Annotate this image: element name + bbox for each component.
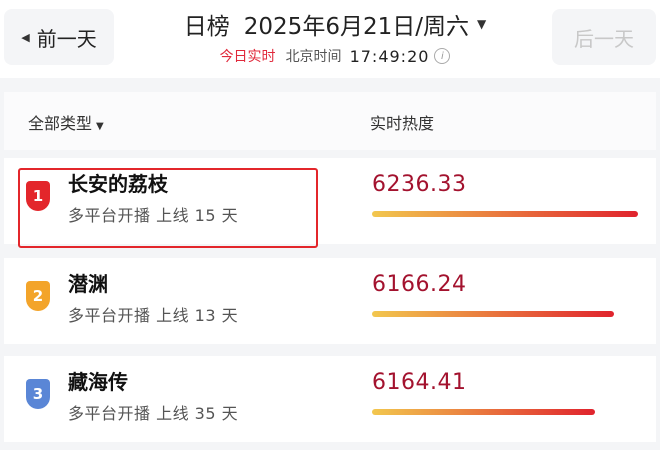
show-title: 潜渊 bbox=[68, 272, 108, 296]
rank-badge-icon: 2 bbox=[26, 281, 50, 311]
realtime-label: 今日实时 bbox=[219, 49, 276, 65]
type-filter-dropdown[interactable]: 全部类型 ▼ bbox=[28, 110, 104, 134]
highlight-annotation bbox=[18, 168, 318, 248]
heat-column-header: 实时热度 bbox=[370, 114, 435, 133]
info-icon[interactable]: i bbox=[434, 48, 451, 64]
ranking-title: 日榜 bbox=[183, 14, 230, 40]
heat-bar bbox=[372, 311, 614, 317]
realtime-status: 今日实时 北京时间 17:49:20 i bbox=[190, 44, 480, 68]
table-header: 全部类型 ▼ 实时热度 bbox=[4, 92, 656, 150]
prev-day-button[interactable]: ◀ 前一天 bbox=[4, 9, 114, 65]
top-header: ◀ 前一天 日榜 2025年6月21日/周六 ▼ 今日实时 北京时间 17:49… bbox=[0, 0, 660, 78]
next-day-button[interactable]: 后一天 bbox=[552, 9, 656, 65]
rank-badge-icon: 3 bbox=[26, 379, 50, 409]
ranking-row[interactable]: 3 藏海传 多平台开播 上线 35 天 6164.41 bbox=[4, 356, 656, 442]
heat-bar bbox=[372, 409, 595, 415]
type-filter-label: 全部类型 bbox=[28, 114, 93, 133]
heat-value: 6236.33 bbox=[372, 172, 467, 197]
prev-day-label: 前一天 bbox=[36, 26, 97, 51]
show-meta: 多平台开播 上线 35 天 bbox=[68, 404, 239, 423]
current-time: 17:49:20 bbox=[349, 46, 430, 66]
show-meta: 多平台开播 上线 13 天 bbox=[68, 306, 239, 325]
date-selector[interactable]: 日榜 2025年6月21日/周六 ▼ bbox=[170, 8, 500, 40]
heat-bar bbox=[372, 211, 638, 217]
beijing-time-label: 北京时间 bbox=[285, 49, 342, 65]
heat-value: 6166.24 bbox=[372, 272, 467, 297]
caret-down-icon: ▼ bbox=[96, 121, 104, 132]
show-title: 藏海传 bbox=[68, 370, 128, 394]
caret-down-icon: ▼ bbox=[476, 17, 487, 31]
ranking-row[interactable]: 2 潜渊 多平台开播 上线 13 天 6166.24 bbox=[4, 258, 656, 344]
chevron-left-icon: ◀ bbox=[21, 30, 30, 44]
date-label: 2025年6月21日/周六 bbox=[243, 14, 469, 40]
next-day-label: 后一天 bbox=[574, 26, 634, 51]
heat-value: 6164.41 bbox=[372, 370, 467, 395]
